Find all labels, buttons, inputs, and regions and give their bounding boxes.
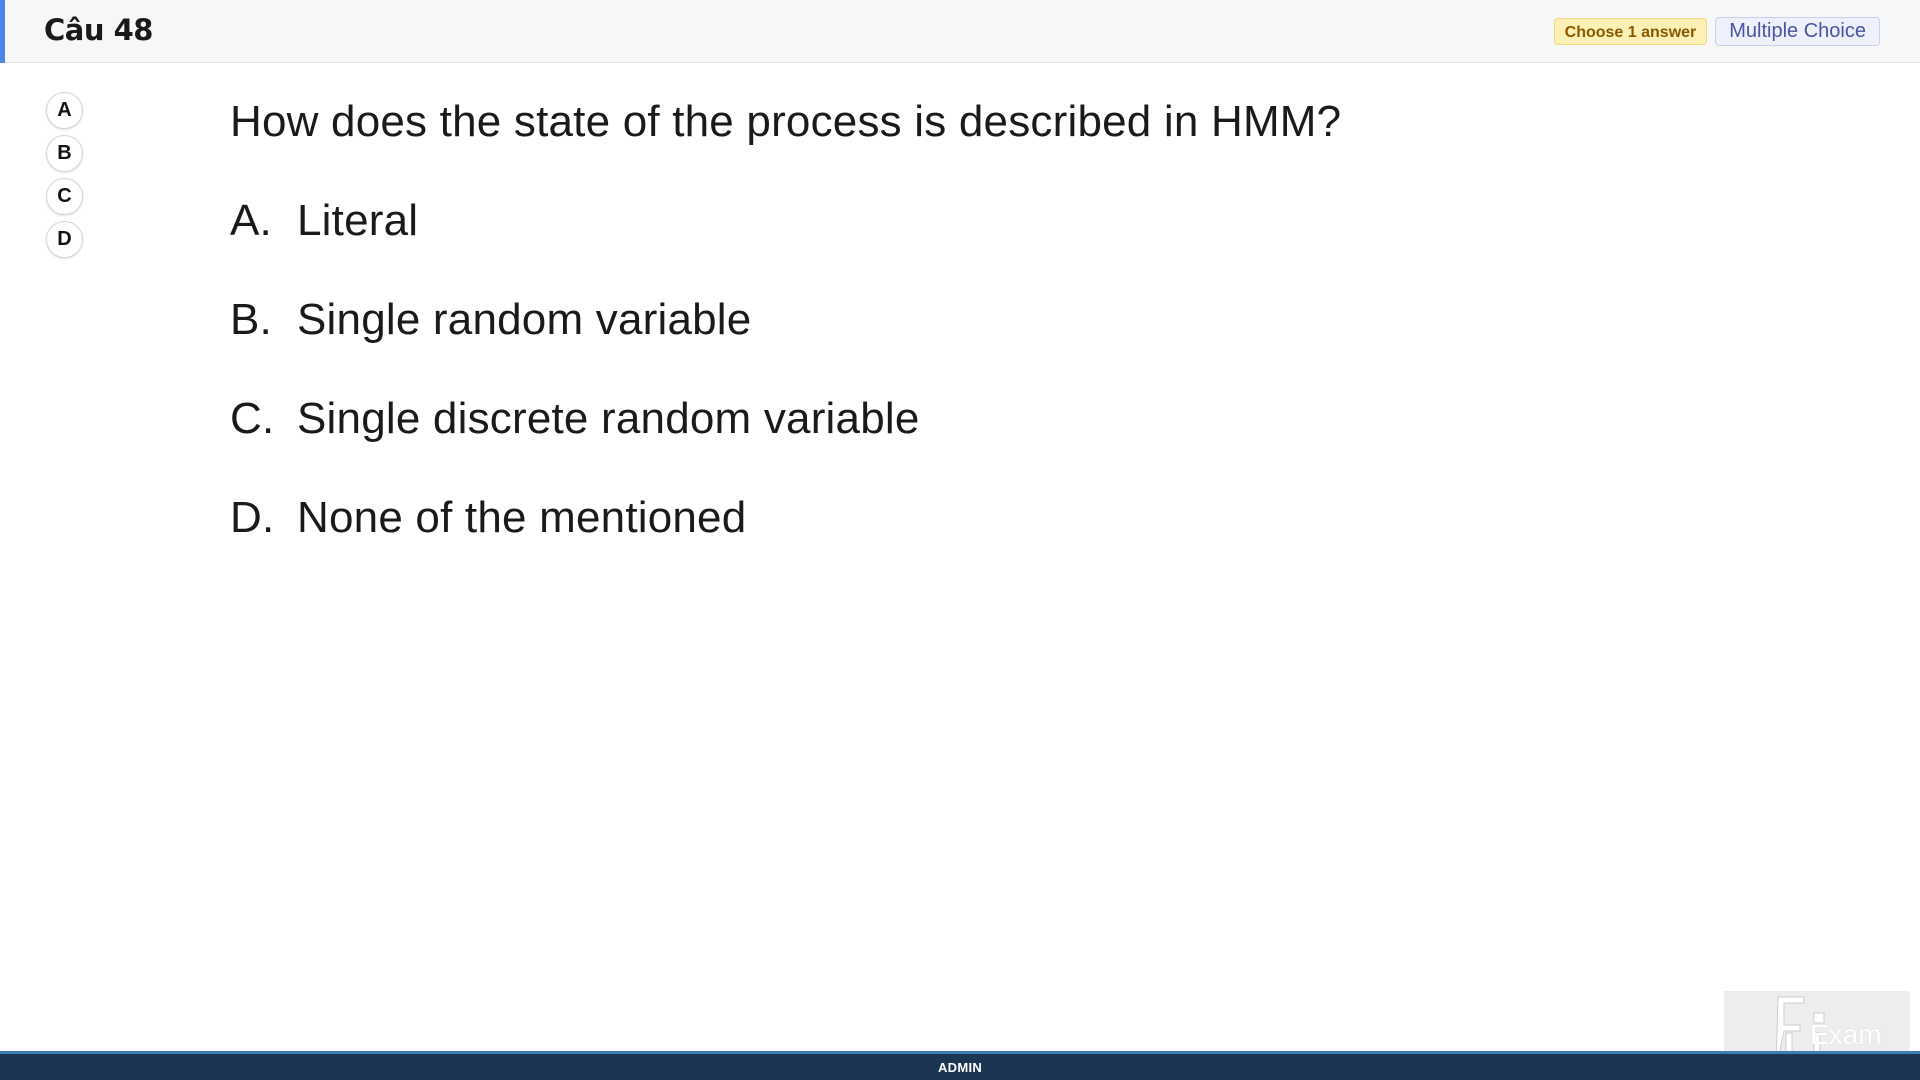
option-letter: D.	[230, 493, 275, 542]
header-accent-bar	[0, 0, 5, 63]
question-type-badge: Multiple Choice	[1715, 17, 1880, 46]
answer-button-c[interactable]: C	[46, 178, 83, 215]
question-content: How does the state of the process is des…	[230, 92, 1430, 552]
option-text: Single random variable	[297, 295, 752, 344]
option-letter: B.	[230, 295, 272, 344]
option-a: A. Literal	[230, 191, 418, 251]
exam-page: Câu 48 Choose 1 answer Multiple Choice A…	[0, 0, 1920, 1080]
option-letter: C.	[230, 394, 275, 443]
question-text: How does the state of the process is des…	[230, 97, 1342, 146]
option-text: Literal	[297, 196, 419, 245]
answer-button-b[interactable]: B	[46, 135, 83, 172]
footer-user: ADMIN	[937, 1059, 983, 1075]
option-b: B. Single random variable	[230, 290, 751, 350]
option-text: None of the mentioned	[297, 493, 747, 542]
answer-button-d[interactable]: D	[46, 221, 83, 258]
option-d: D. None of the mentioned	[230, 488, 746, 548]
option-letter: A.	[230, 196, 272, 245]
question-number: Câu 48	[44, 13, 153, 47]
option-c: C. Single discrete random variable	[230, 389, 920, 449]
answer-button-a[interactable]: A	[46, 92, 83, 129]
choose-answer-badge: Choose 1 answer	[1553, 18, 1708, 45]
option-text: Single discrete random variable	[297, 394, 920, 443]
header-badges: Choose 1 answer Multiple Choice	[1553, 17, 1880, 46]
footer-bar: ADMIN	[0, 1051, 1920, 1080]
question-header: Câu 48 Choose 1 answer Multiple Choice	[0, 0, 1920, 63]
watermark-text: Exam	[1810, 1019, 1882, 1050]
answer-choices: A B C D	[46, 92, 83, 258]
